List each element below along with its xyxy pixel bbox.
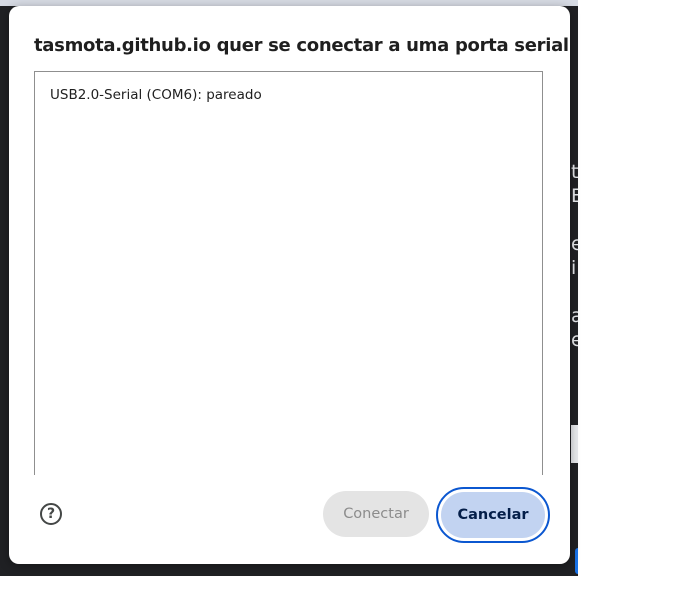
background-text-fragment: e [571,233,578,255]
background-text-fragment: E [571,185,578,207]
connect-button[interactable]: Conectar [323,491,429,537]
serial-port-dialog: tasmota.github.io quer se conectar a uma… [9,6,570,564]
help-button[interactable]: ? [40,503,62,525]
cancel-button-label: Cancelar [441,492,545,538]
dialog-title: tasmota.github.io quer se conectar a uma… [34,35,569,56]
background-bottom-area [0,576,693,604]
background-text-fragment: t [571,161,578,183]
background-input-fragment [571,425,578,463]
background-button-fragment [575,548,578,574]
serial-port-list[interactable]: USB2.0-Serial (COM6): pareado [34,71,543,475]
background-text-fragment: a [571,305,578,327]
cancel-button[interactable]: Cancelar [436,487,550,543]
background-text-fragment: i [571,257,577,279]
background-text-fragment: e [571,329,578,351]
background-right-area [578,0,693,604]
help-circle-icon: ? [46,506,56,522]
serial-port-item[interactable]: USB2.0-Serial (COM6): pareado [50,87,262,103]
